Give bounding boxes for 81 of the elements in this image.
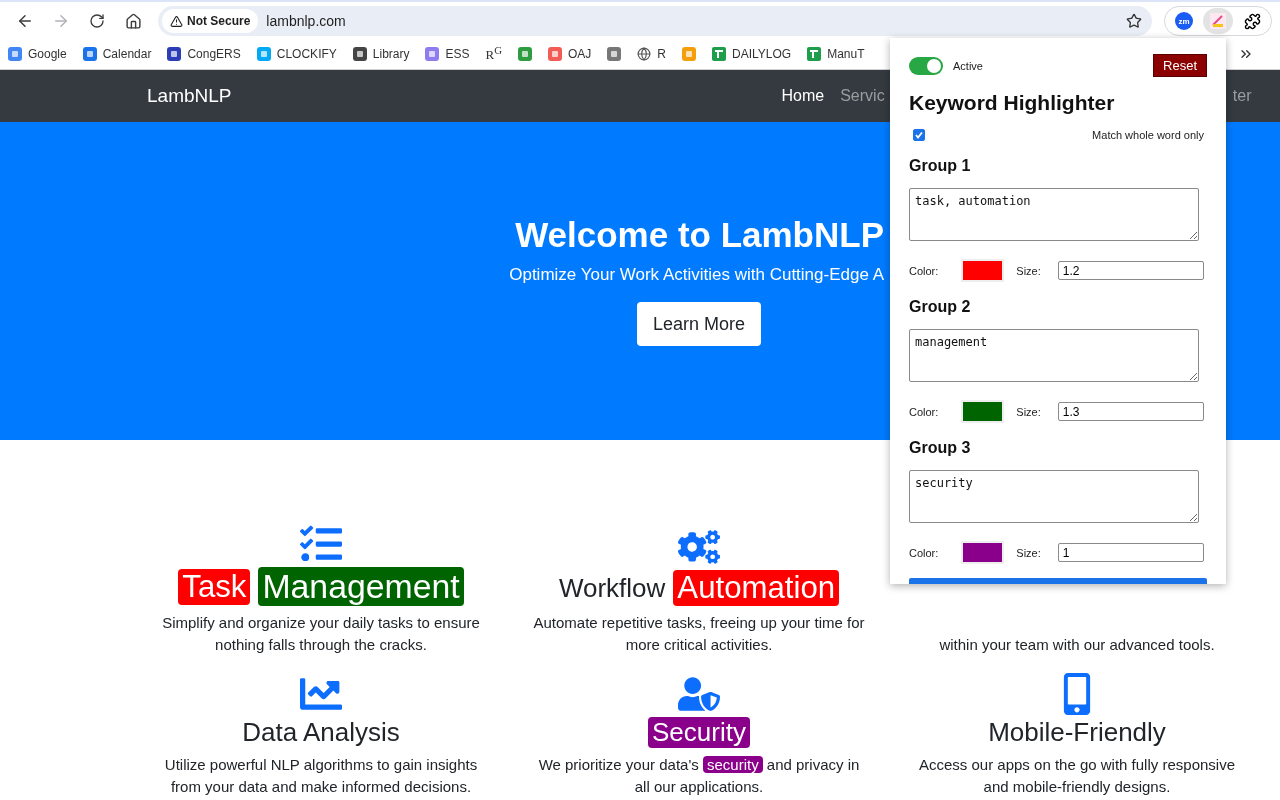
color-label: Color: (909, 264, 939, 277)
url-text: lambnlp.com (266, 13, 346, 29)
bookmark-link[interactable]: DAILYLOG (712, 46, 792, 61)
site-favicon-icon (8, 46, 22, 61)
bookmark-link[interactable]: OAJ (548, 46, 592, 61)
color-swatch[interactable] (961, 400, 1005, 423)
bookmark-link[interactable]: R (637, 46, 666, 61)
bookmark-link[interactable]: Library (352, 46, 410, 61)
site-favicon-icon (82, 46, 97, 61)
site-favicon-icon (607, 46, 622, 61)
home-icon (124, 12, 142, 30)
highlighted-keyword: Security (648, 717, 750, 748)
color-label: Color: (909, 405, 939, 418)
site-favicon-icon (256, 46, 271, 61)
group-heading: Group 1 (909, 157, 972, 175)
spreadsheet-icon (712, 46, 726, 61)
highlighted-keyword: Task (178, 568, 251, 605)
keywords-field[interactable]: task, automation (909, 188, 1199, 241)
color-label: Color: (909, 546, 939, 559)
feature-description: Utilize powerful NLP algorithms to gain insights from your data and make informed decisions. (163, 755, 479, 797)
bookmark-link[interactable]: Google (8, 46, 67, 61)
feature-description: Simplify and organize your daily tasks to ensure nothing falls through the cracks. (161, 613, 481, 655)
feature-title: Workflow (558, 572, 666, 604)
bookmark-link[interactable] (518, 46, 532, 61)
popup-title: Keyword Highlighter (909, 91, 1116, 115)
size-label: Size: (1016, 264, 1041, 277)
bookmark-link[interactable]: CongERS (167, 46, 241, 61)
warning-icon (170, 14, 183, 28)
puzzle-icon (1243, 12, 1261, 30)
reload-icon (89, 13, 105, 29)
bookmark-link[interactable]: Calendar (82, 46, 152, 61)
feature-description: We prioritize your data's security and privacy in all our applications. (537, 755, 861, 797)
site-favicon-icon (167, 46, 182, 61)
nav-link[interactable]: Home (781, 87, 825, 105)
highlighted-keyword: Automation (673, 570, 840, 606)
whole-word-checkbox[interactable] (913, 129, 925, 141)
bookmark-link[interactable] (607, 46, 622, 61)
size-field[interactable]: 1 (1057, 543, 1204, 562)
forward-arrow-icon (52, 12, 70, 30)
learn-more-button[interactable]: Learn More (636, 302, 762, 346)
feature-description: within your team with our advanced tools. (939, 635, 1215, 655)
size-label: Size: (1016, 546, 1041, 559)
group-heading: Group 3 (909, 439, 972, 457)
feature-description: Automate repetitive tasks, freeing up your time for more critical activities. (532, 613, 866, 655)
site-favicon-icon (425, 46, 440, 61)
active-toggle[interactable] (909, 56, 943, 75)
feature-description: Access our apps on the go with fully responsive and mobile-friendly designs. (918, 755, 1236, 797)
group-heading: Group 2 (909, 298, 972, 316)
site-favicon-icon (548, 46, 562, 61)
feature-title: Mobile-Friendly (988, 717, 1166, 748)
spreadsheet-icon (807, 46, 822, 61)
nav-link[interactable]: Servic (840, 87, 885, 105)
site-favicon-icon (518, 46, 532, 61)
site-brand[interactable]: LambNLP (147, 85, 232, 107)
highlighted-keyword: Management (258, 567, 464, 606)
toggle-label: Active (953, 59, 983, 72)
color-swatch[interactable] (961, 541, 1005, 564)
site-favicon-icon (682, 46, 696, 61)
color-swatch[interactable] (961, 259, 1005, 282)
keywords-field[interactable]: management (909, 329, 1199, 382)
globe-icon (637, 46, 652, 61)
bookmark-link[interactable]: R$^{G}$ (485, 43, 502, 64)
security-chip[interactable]: Not Secure (162, 9, 259, 33)
star-icon (1126, 13, 1142, 29)
feature-title: Data Analysis (242, 717, 400, 748)
site-favicon-icon (352, 46, 367, 61)
bookmark-link[interactable]: ManuT (807, 46, 865, 61)
address-bar[interactable]: Not Secure lambnlp.com (158, 6, 1152, 36)
highlighted-keyword: security (702, 756, 763, 773)
size-field[interactable]: 1.3 (1057, 402, 1204, 421)
highlighter-icon (1210, 13, 1226, 29)
nav-link[interactable]: ter (1232, 87, 1252, 105)
reset-button[interactable]: Reset (1153, 54, 1207, 77)
bookmark-link[interactable]: ESS (425, 46, 470, 61)
size-field[interactable]: 1.2 (1057, 261, 1204, 280)
hero-subtitle: Optimize Your Work Activities with Cutting-Edge A (509, 265, 884, 285)
bookmark-link[interactable]: CLOCKIFY (256, 46, 337, 61)
hero-title: Welcome to LambNLP (515, 215, 884, 255)
keywords-field[interactable]: security (909, 470, 1199, 523)
checkbox-label: Match whole word only (1092, 129, 1204, 141)
size-label: Size: (1016, 405, 1041, 418)
